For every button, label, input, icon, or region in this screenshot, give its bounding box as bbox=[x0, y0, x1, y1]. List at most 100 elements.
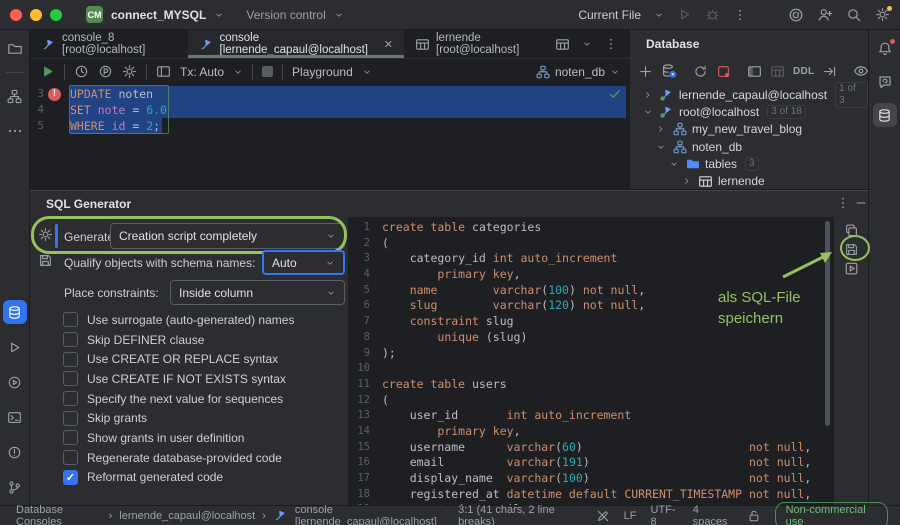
copy-script-icon[interactable] bbox=[844, 223, 859, 238]
checkbox-skip-grants[interactable]: Skip grants bbox=[30, 408, 348, 428]
database-tool-icon-right[interactable] bbox=[873, 103, 897, 127]
data-source-properties-button[interactable] bbox=[661, 63, 677, 79]
project-tool-icon[interactable] bbox=[3, 37, 27, 61]
line-separator[interactable]: LF bbox=[624, 510, 637, 522]
checkbox-box[interactable] bbox=[63, 312, 78, 327]
tree-row-root-localhost[interactable]: root@localhost3 of 18 bbox=[630, 103, 868, 120]
checkbox-show-grants-in-user-definition[interactable]: Show grants in user definition bbox=[30, 428, 348, 448]
console-settings-icon[interactable] bbox=[122, 64, 137, 79]
chevron-right-icon[interactable] bbox=[642, 90, 654, 100]
services-tool-icon[interactable] bbox=[3, 370, 27, 394]
tree-row-tables[interactable]: tables3 bbox=[630, 155, 868, 172]
hide-panel-icon[interactable] bbox=[854, 196, 868, 210]
maximize-window-button[interactable] bbox=[50, 9, 62, 21]
disconnect-button[interactable] bbox=[716, 64, 731, 79]
generate-dropdown[interactable]: Creation script completely bbox=[110, 223, 345, 249]
view-options-icon[interactable] bbox=[853, 63, 869, 79]
table-view-icon[interactable] bbox=[555, 37, 570, 52]
code-with-me-icon[interactable] bbox=[817, 7, 833, 23]
generated-sql-pane[interactable]: 1create table categories2(3 category_id … bbox=[348, 217, 833, 506]
stop-button[interactable] bbox=[262, 66, 273, 77]
git-tool-icon[interactable] bbox=[3, 475, 27, 499]
toggle-panel-icon[interactable] bbox=[747, 64, 762, 79]
inspections-ok-icon[interactable] bbox=[608, 87, 622, 101]
run-tool-icon[interactable] bbox=[3, 335, 27, 359]
more-tools-icon[interactable] bbox=[3, 119, 27, 143]
in-editor-results-icon[interactable] bbox=[156, 64, 171, 79]
file-encoding[interactable]: UTF-8 bbox=[650, 504, 678, 525]
tab-lernende[interactable]: lernende [root@localhost] bbox=[404, 30, 555, 58]
close-window-button[interactable] bbox=[10, 9, 22, 21]
read-only-icon[interactable] bbox=[596, 509, 610, 523]
editor-line[interactable]: 5WHERE id = 2; bbox=[30, 118, 630, 134]
checkbox-box[interactable] bbox=[63, 450, 78, 465]
tab-console-8[interactable]: console_8 [root@localhost] bbox=[30, 30, 188, 58]
breadcrumb-item[interactable]: console [lernende_capaul@localhost] bbox=[295, 504, 458, 525]
checkbox-box[interactable] bbox=[63, 371, 78, 386]
generator-settings-icon[interactable] bbox=[38, 227, 53, 242]
project-name-menu[interactable]: connect_MYSQL bbox=[111, 8, 206, 22]
tab-options-menu[interactable] bbox=[604, 37, 618, 51]
caret-position[interactable]: 3:1 (41 chars, 2 line breaks) bbox=[458, 504, 582, 525]
search-everywhere-icon[interactable] bbox=[846, 7, 862, 23]
license-badge[interactable]: Non-commercial use bbox=[775, 502, 888, 525]
tx-mode-selector[interactable]: Tx: Auto bbox=[180, 65, 224, 79]
settings-gear-icon[interactable] bbox=[875, 7, 890, 22]
scrollbar[interactable] bbox=[825, 221, 830, 426]
ai-assistant-icon[interactable] bbox=[788, 7, 804, 23]
tab-console-lernende-capaul[interactable]: console [lernende_capaul@localhost] ✕ bbox=[188, 30, 405, 58]
window-controls[interactable] bbox=[10, 9, 62, 21]
hidden-tabs-chevron-icon[interactable] bbox=[582, 39, 592, 49]
checkbox-box[interactable] bbox=[63, 332, 78, 347]
playground-selector[interactable]: Playground bbox=[292, 65, 353, 79]
minimize-window-button[interactable] bbox=[30, 9, 42, 21]
structure-tool-icon[interactable] bbox=[3, 84, 27, 108]
ddl-button[interactable]: DDL bbox=[793, 66, 814, 77]
tree-row-noten-db[interactable]: noten_db bbox=[630, 138, 868, 155]
refresh-button[interactable] bbox=[693, 64, 708, 79]
save-script-icon[interactable] bbox=[38, 253, 53, 268]
checkbox-box[interactable] bbox=[63, 391, 78, 406]
parameters-icon[interactable] bbox=[98, 64, 113, 79]
checkbox-reformat-generated-code[interactable]: ✓Reformat generated code bbox=[30, 468, 348, 488]
chevron-down-icon[interactable] bbox=[655, 142, 667, 152]
chevron-down-icon[interactable] bbox=[668, 159, 680, 169]
terminal-tool-icon[interactable] bbox=[3, 405, 27, 429]
checkbox-specify-the-next-value-for-sequences[interactable]: Specify the next value for sequences bbox=[30, 389, 348, 409]
open-in-console-icon[interactable] bbox=[844, 261, 859, 276]
qualify-dropdown[interactable]: Auto bbox=[262, 250, 345, 275]
table-data-icon[interactable] bbox=[770, 64, 785, 79]
tree-row-lernende[interactable]: lernende bbox=[630, 172, 868, 189]
history-icon[interactable] bbox=[74, 64, 89, 79]
checkbox-box[interactable] bbox=[63, 430, 78, 445]
run-configuration-selector[interactable]: Current File bbox=[578, 8, 641, 22]
checkbox-box[interactable] bbox=[63, 411, 78, 426]
schema-selector[interactable]: noten_db bbox=[536, 65, 620, 79]
ai-assistant-tool-icon[interactable] bbox=[873, 70, 897, 94]
checkbox-use-create-or-replace-syntax[interactable]: Use CREATE OR REPLACE syntax bbox=[30, 349, 348, 369]
editor-line[interactable]: 3!UPDATE noten bbox=[30, 86, 630, 102]
chevron-right-icon[interactable] bbox=[655, 124, 667, 134]
chevron-right-icon[interactable] bbox=[681, 176, 693, 186]
checkbox-use-create-if-not-exists-syntax[interactable]: Use CREATE IF NOT EXISTS syntax bbox=[30, 369, 348, 389]
version-control-menu[interactable]: Version control bbox=[246, 8, 325, 22]
database-tool-icon[interactable] bbox=[3, 300, 27, 324]
tree-row-lernende-capaul-localhost[interactable]: lernende_capaul@localhost1 of 3 bbox=[630, 86, 868, 103]
problems-tool-icon[interactable] bbox=[3, 440, 27, 464]
checkbox-regenerate-database-provided-code[interactable]: Regenerate database-provided code bbox=[30, 448, 348, 468]
panel-options-menu[interactable] bbox=[836, 196, 850, 210]
add-data-source-button[interactable] bbox=[638, 64, 653, 79]
constraints-dropdown[interactable]: Inside column bbox=[170, 280, 345, 305]
close-tab-icon[interactable]: ✕ bbox=[384, 38, 393, 51]
lock-icon[interactable] bbox=[747, 509, 761, 523]
save-as-sql-file-icon[interactable] bbox=[844, 242, 859, 257]
execute-button[interactable] bbox=[40, 64, 55, 79]
jump-to-console-button[interactable] bbox=[822, 64, 837, 79]
breadcrumb-item[interactable]: lernende_capaul@localhost bbox=[119, 510, 255, 522]
sql-editor[interactable]: 3!UPDATE noten4SET note = 6.05WHERE id =… bbox=[30, 84, 630, 190]
editor-line[interactable]: 4SET note = 6.0 bbox=[30, 102, 630, 118]
checkbox-use-surrogate-auto-generated-names[interactable]: Use surrogate (auto-generated) names bbox=[30, 310, 348, 330]
checkbox-skip-definer-clause[interactable]: Skip DEFINER clause bbox=[30, 330, 348, 350]
breadcrumb-item[interactable]: Database Consoles bbox=[16, 504, 102, 525]
notifications-bell-icon[interactable] bbox=[873, 37, 897, 61]
